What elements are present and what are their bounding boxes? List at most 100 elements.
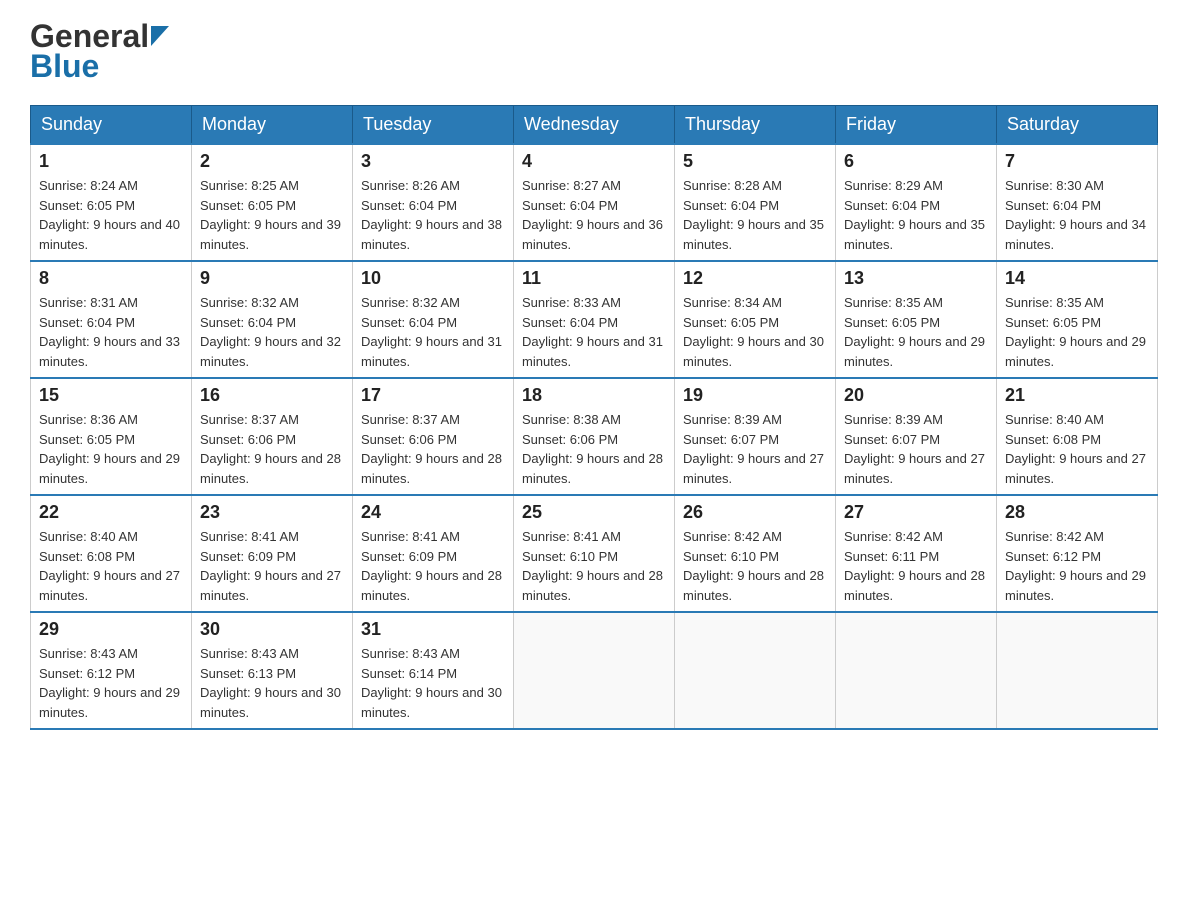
day-number: 30 [200,619,344,640]
day-number: 9 [200,268,344,289]
weekday-header-sunday: Sunday [31,106,192,145]
calendar-day-cell: 8 Sunrise: 8:31 AM Sunset: 6:04 PM Dayli… [31,261,192,378]
day-number: 4 [522,151,666,172]
calendar-day-cell: 31 Sunrise: 8:43 AM Sunset: 6:14 PM Dayl… [353,612,514,729]
day-info: Sunrise: 8:39 AM Sunset: 6:07 PM Dayligh… [844,410,988,488]
day-info: Sunrise: 8:26 AM Sunset: 6:04 PM Dayligh… [361,176,505,254]
day-number: 2 [200,151,344,172]
day-number: 13 [844,268,988,289]
calendar-week-row: 22 Sunrise: 8:40 AM Sunset: 6:08 PM Dayl… [31,495,1158,612]
calendar-day-cell: 30 Sunrise: 8:43 AM Sunset: 6:13 PM Dayl… [192,612,353,729]
day-number: 29 [39,619,183,640]
day-number: 3 [361,151,505,172]
calendar-week-row: 29 Sunrise: 8:43 AM Sunset: 6:12 PM Dayl… [31,612,1158,729]
day-number: 22 [39,502,183,523]
day-info: Sunrise: 8:35 AM Sunset: 6:05 PM Dayligh… [1005,293,1149,371]
calendar-table: SundayMondayTuesdayWednesdayThursdayFrid… [30,105,1158,730]
day-info: Sunrise: 8:35 AM Sunset: 6:05 PM Dayligh… [844,293,988,371]
day-number: 18 [522,385,666,406]
day-info: Sunrise: 8:41 AM Sunset: 6:10 PM Dayligh… [522,527,666,605]
day-number: 5 [683,151,827,172]
logo-arrow-icon [151,26,169,46]
day-number: 23 [200,502,344,523]
weekday-header-saturday: Saturday [997,106,1158,145]
day-info: Sunrise: 8:32 AM Sunset: 6:04 PM Dayligh… [361,293,505,371]
day-number: 19 [683,385,827,406]
calendar-day-cell: 24 Sunrise: 8:41 AM Sunset: 6:09 PM Dayl… [353,495,514,612]
day-info: Sunrise: 8:37 AM Sunset: 6:06 PM Dayligh… [200,410,344,488]
day-info: Sunrise: 8:25 AM Sunset: 6:05 PM Dayligh… [200,176,344,254]
day-info: Sunrise: 8:41 AM Sunset: 6:09 PM Dayligh… [200,527,344,605]
calendar-day-cell: 10 Sunrise: 8:32 AM Sunset: 6:04 PM Dayl… [353,261,514,378]
weekday-header-tuesday: Tuesday [353,106,514,145]
day-info: Sunrise: 8:40 AM Sunset: 6:08 PM Dayligh… [1005,410,1149,488]
day-number: 27 [844,502,988,523]
day-number: 26 [683,502,827,523]
calendar-day-cell: 6 Sunrise: 8:29 AM Sunset: 6:04 PM Dayli… [836,144,997,261]
calendar-day-cell: 26 Sunrise: 8:42 AM Sunset: 6:10 PM Dayl… [675,495,836,612]
calendar-day-cell [675,612,836,729]
calendar-week-row: 1 Sunrise: 8:24 AM Sunset: 6:05 PM Dayli… [31,144,1158,261]
day-number: 16 [200,385,344,406]
day-number: 20 [844,385,988,406]
day-info: Sunrise: 8:31 AM Sunset: 6:04 PM Dayligh… [39,293,183,371]
day-info: Sunrise: 8:43 AM Sunset: 6:13 PM Dayligh… [200,644,344,722]
weekday-header-friday: Friday [836,106,997,145]
calendar-day-cell: 16 Sunrise: 8:37 AM Sunset: 6:06 PM Dayl… [192,378,353,495]
day-info: Sunrise: 8:41 AM Sunset: 6:09 PM Dayligh… [361,527,505,605]
logo: General Blue [30,20,169,85]
calendar-day-cell: 4 Sunrise: 8:27 AM Sunset: 6:04 PM Dayli… [514,144,675,261]
calendar-day-cell: 9 Sunrise: 8:32 AM Sunset: 6:04 PM Dayli… [192,261,353,378]
weekday-header-thursday: Thursday [675,106,836,145]
day-info: Sunrise: 8:27 AM Sunset: 6:04 PM Dayligh… [522,176,666,254]
page-header: General Blue [30,20,1158,85]
day-info: Sunrise: 8:38 AM Sunset: 6:06 PM Dayligh… [522,410,666,488]
day-info: Sunrise: 8:32 AM Sunset: 6:04 PM Dayligh… [200,293,344,371]
day-info: Sunrise: 8:28 AM Sunset: 6:04 PM Dayligh… [683,176,827,254]
calendar-day-cell: 17 Sunrise: 8:37 AM Sunset: 6:06 PM Dayl… [353,378,514,495]
day-number: 10 [361,268,505,289]
day-info: Sunrise: 8:24 AM Sunset: 6:05 PM Dayligh… [39,176,183,254]
day-number: 7 [1005,151,1149,172]
calendar-day-cell: 29 Sunrise: 8:43 AM Sunset: 6:12 PM Dayl… [31,612,192,729]
day-number: 6 [844,151,988,172]
calendar-day-cell [836,612,997,729]
day-info: Sunrise: 8:43 AM Sunset: 6:14 PM Dayligh… [361,644,505,722]
calendar-day-cell: 1 Sunrise: 8:24 AM Sunset: 6:05 PM Dayli… [31,144,192,261]
calendar-header-row: SundayMondayTuesdayWednesdayThursdayFrid… [31,106,1158,145]
calendar-day-cell: 19 Sunrise: 8:39 AM Sunset: 6:07 PM Dayl… [675,378,836,495]
calendar-day-cell: 20 Sunrise: 8:39 AM Sunset: 6:07 PM Dayl… [836,378,997,495]
day-info: Sunrise: 8:29 AM Sunset: 6:04 PM Dayligh… [844,176,988,254]
day-number: 1 [39,151,183,172]
calendar-day-cell: 23 Sunrise: 8:41 AM Sunset: 6:09 PM Dayl… [192,495,353,612]
calendar-day-cell: 21 Sunrise: 8:40 AM Sunset: 6:08 PM Dayl… [997,378,1158,495]
calendar-day-cell: 12 Sunrise: 8:34 AM Sunset: 6:05 PM Dayl… [675,261,836,378]
calendar-day-cell: 25 Sunrise: 8:41 AM Sunset: 6:10 PM Dayl… [514,495,675,612]
day-info: Sunrise: 8:40 AM Sunset: 6:08 PM Dayligh… [39,527,183,605]
day-info: Sunrise: 8:39 AM Sunset: 6:07 PM Dayligh… [683,410,827,488]
calendar-day-cell: 14 Sunrise: 8:35 AM Sunset: 6:05 PM Dayl… [997,261,1158,378]
day-info: Sunrise: 8:43 AM Sunset: 6:12 PM Dayligh… [39,644,183,722]
day-number: 21 [1005,385,1149,406]
day-info: Sunrise: 8:37 AM Sunset: 6:06 PM Dayligh… [361,410,505,488]
weekday-header-wednesday: Wednesday [514,106,675,145]
calendar-day-cell: 5 Sunrise: 8:28 AM Sunset: 6:04 PM Dayli… [675,144,836,261]
day-number: 14 [1005,268,1149,289]
calendar-day-cell: 3 Sunrise: 8:26 AM Sunset: 6:04 PM Dayli… [353,144,514,261]
day-info: Sunrise: 8:33 AM Sunset: 6:04 PM Dayligh… [522,293,666,371]
calendar-day-cell [997,612,1158,729]
calendar-week-row: 8 Sunrise: 8:31 AM Sunset: 6:04 PM Dayli… [31,261,1158,378]
day-info: Sunrise: 8:36 AM Sunset: 6:05 PM Dayligh… [39,410,183,488]
calendar-day-cell: 11 Sunrise: 8:33 AM Sunset: 6:04 PM Dayl… [514,261,675,378]
calendar-day-cell [514,612,675,729]
day-info: Sunrise: 8:30 AM Sunset: 6:04 PM Dayligh… [1005,176,1149,254]
calendar-day-cell: 27 Sunrise: 8:42 AM Sunset: 6:11 PM Dayl… [836,495,997,612]
day-number: 15 [39,385,183,406]
day-number: 24 [361,502,505,523]
calendar-day-cell: 28 Sunrise: 8:42 AM Sunset: 6:12 PM Dayl… [997,495,1158,612]
day-info: Sunrise: 8:42 AM Sunset: 6:12 PM Dayligh… [1005,527,1149,605]
day-number: 11 [522,268,666,289]
calendar-day-cell: 13 Sunrise: 8:35 AM Sunset: 6:05 PM Dayl… [836,261,997,378]
logo-part2: Blue [30,48,99,85]
calendar-day-cell: 7 Sunrise: 8:30 AM Sunset: 6:04 PM Dayli… [997,144,1158,261]
